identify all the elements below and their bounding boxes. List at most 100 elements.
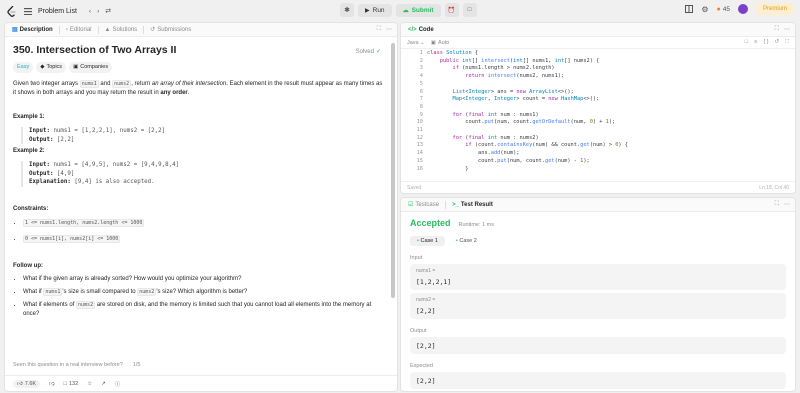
tab-editorial[interactable]: ▫ Editorial xyxy=(63,27,95,33)
description-footer: 👍︎ 7.6K 👎︎ □ 132 ☆ ↗ ⓘ xyxy=(5,375,397,391)
list-item: 0 <= nums1[i], nums2[i] <= 1000 xyxy=(23,234,383,244)
example-1-title: Example 1: xyxy=(13,114,45,120)
document-icon: ▤ xyxy=(12,27,18,33)
line-number: 11 xyxy=(416,127,423,133)
description-scrollbar[interactable] xyxy=(391,43,395,298)
line-number: 14 xyxy=(416,150,423,157)
code-line: class Solution { xyxy=(427,50,479,56)
run-button[interactable]: ▶ Run xyxy=(358,3,392,17)
difficulty-badge[interactable]: Easy xyxy=(13,62,34,73)
expected-value: [2,2] xyxy=(410,372,786,389)
tab-solutions[interactable]: ▲ Solutions xyxy=(102,27,141,33)
layout-icon[interactable] xyxy=(685,5,694,13)
tab-testcase[interactable]: ☑ Testcase xyxy=(405,201,442,209)
thumbs-up-icon: 👍︎ xyxy=(17,381,23,387)
dislike-button[interactable]: 👎︎ xyxy=(49,381,55,387)
leetcode-logo-icon[interactable] xyxy=(6,5,18,17)
code-editor[interactable]: 1 class Solution {2 public int[] intersec… xyxy=(401,50,795,178)
submit-button[interactable]: ☁ Submit xyxy=(395,3,441,17)
companies-tag[interactable]: ▣ Companies xyxy=(69,62,113,73)
accepted-label: Accepted xyxy=(410,218,451,228)
code-line: if (nums1.length > nums2.length) xyxy=(452,65,555,72)
code-line: List<Integer> ans = new ArrayList<>(); xyxy=(452,88,574,95)
case-2-tab[interactable]: • Case 2 xyxy=(449,236,484,246)
line-number: 6 xyxy=(419,88,423,95)
bookmark-icon[interactable]: □ xyxy=(745,39,748,46)
terminal-icon: >_ xyxy=(452,201,459,208)
divider xyxy=(58,25,60,34)
lock-icon: ▣ xyxy=(73,64,79,70)
problem-statement: Given two integer arrays nums1 and nums2… xyxy=(13,80,383,96)
debug-button[interactable]: ✱ xyxy=(340,3,354,17)
code-line: for (final int num : nums1) xyxy=(452,111,539,118)
line-number: 13 xyxy=(416,142,423,149)
line-number: 12 xyxy=(416,134,423,141)
expand-icon[interactable]: ⛶ xyxy=(785,39,789,46)
star-icon[interactable]: ☆ xyxy=(87,381,92,387)
share-icon[interactable]: ↗ xyxy=(101,381,106,387)
page-title: 350. Intersection of Two Arrays II xyxy=(13,44,177,56)
code-line: count.put(num, count.get(num) - 1); xyxy=(427,157,590,164)
like-button[interactable]: 👍︎ 7.6K xyxy=(13,380,41,388)
editor-status-bar: Saved Ln 18, Col 40 xyxy=(401,181,795,193)
line-number: 3 xyxy=(419,65,423,72)
notes-button[interactable]: □ xyxy=(462,3,477,17)
divider xyxy=(143,25,145,34)
maximize-icon[interactable]: ⛶ xyxy=(775,26,779,33)
output-label: Output xyxy=(410,328,427,334)
lock-icon: ▣ xyxy=(430,39,436,46)
line-number: 10 xyxy=(416,119,423,126)
solved-status: Solved ✓ xyxy=(355,49,381,55)
language-select[interactable]: Java ⌄ xyxy=(407,40,425,46)
line-number: 1 xyxy=(419,50,423,56)
problem-list-link[interactable]: Problem List xyxy=(38,8,77,15)
premium-button[interactable]: Premium xyxy=(755,3,794,15)
problem-list-icon[interactable] xyxy=(24,7,32,15)
maximize-icon[interactable]: ⛶ xyxy=(775,201,779,208)
description-body: 350. Intersection of Two Arrays II Solve… xyxy=(5,37,391,375)
more-icon[interactable]: ⋯ xyxy=(386,26,392,33)
more-icon[interactable]: ⋯ xyxy=(784,201,790,208)
fire-icon: ● xyxy=(716,5,721,13)
line-number: 5 xyxy=(419,80,423,87)
code-line: if (count.containsKey(num) && count.get(… xyxy=(465,142,628,149)
example-2-block: Input: nums1 = [4,9,5], nums2 = [9,4,9,8… xyxy=(21,161,383,187)
check-circle-icon: ✓ xyxy=(375,49,381,55)
divider xyxy=(445,200,447,209)
braces-icon[interactable]: { } xyxy=(763,39,768,46)
result-status: Accepted Runtime: 1 ms xyxy=(410,218,786,228)
streak-counter[interactable]: ● 45 xyxy=(717,6,730,13)
tab-description[interactable]: ▤ Description xyxy=(9,26,56,34)
comment-icon: □ xyxy=(63,381,67,387)
reset-icon[interactable]: ↺ xyxy=(775,39,780,46)
settings-icon[interactable]: ⚙ xyxy=(701,5,708,14)
code-line: return intersect(nums2, nums1); xyxy=(465,73,565,80)
auto-mode-toggle[interactable]: ▣ Auto xyxy=(431,40,450,46)
comments-button[interactable]: □ 132 xyxy=(64,381,79,387)
followup-list: What if the given array is already sorte… xyxy=(13,275,383,319)
example-2-title: Example 2: xyxy=(13,148,45,154)
avatar[interactable] xyxy=(737,4,748,14)
timer-button[interactable]: ⏰ xyxy=(444,3,459,17)
case-tabs: • Case 1 • Case 2 xyxy=(410,236,786,246)
output-value: [2,2] xyxy=(410,337,786,354)
top-bar: Problem List ‹ › ⇄ ✱ ▶ Run ☁ Submit ⏰ □ … xyxy=(0,0,800,22)
tab-code[interactable]: </> Code xyxy=(405,27,437,33)
more-icon[interactable]: ⋯ xyxy=(784,26,790,33)
format-icon[interactable]: ≡ xyxy=(754,39,757,46)
topics-tag[interactable]: ◆ Topics xyxy=(36,62,67,73)
code-line: } xyxy=(427,165,469,172)
case-1-tab[interactable]: • Case 1 xyxy=(410,236,445,246)
example-1-block: Input: nums1 = [1,2,2,1], nums2 = [2,2] … xyxy=(21,127,383,144)
maximize-icon[interactable]: ⛶ xyxy=(377,26,381,33)
help-icon[interactable]: ⓘ xyxy=(115,380,121,388)
tab-test-result[interactable]: >_ Test Result xyxy=(449,202,496,208)
next-problem-icon[interactable]: › xyxy=(97,8,99,15)
shuffle-icon[interactable]: ⇄ xyxy=(105,7,111,15)
tab-submissions[interactable]: ↺ Submissions xyxy=(147,26,194,34)
interview-prompt[interactable]: Seen this question in a real interview b… xyxy=(13,362,140,368)
prev-problem-icon[interactable]: ‹ xyxy=(89,8,91,15)
cloud-upload-icon: ☁ xyxy=(402,7,409,14)
list-item: 1 <= nums1.length, nums2.length <= 1000 xyxy=(23,218,383,228)
list-item: What if elements of nums2 are stored on … xyxy=(23,300,383,319)
